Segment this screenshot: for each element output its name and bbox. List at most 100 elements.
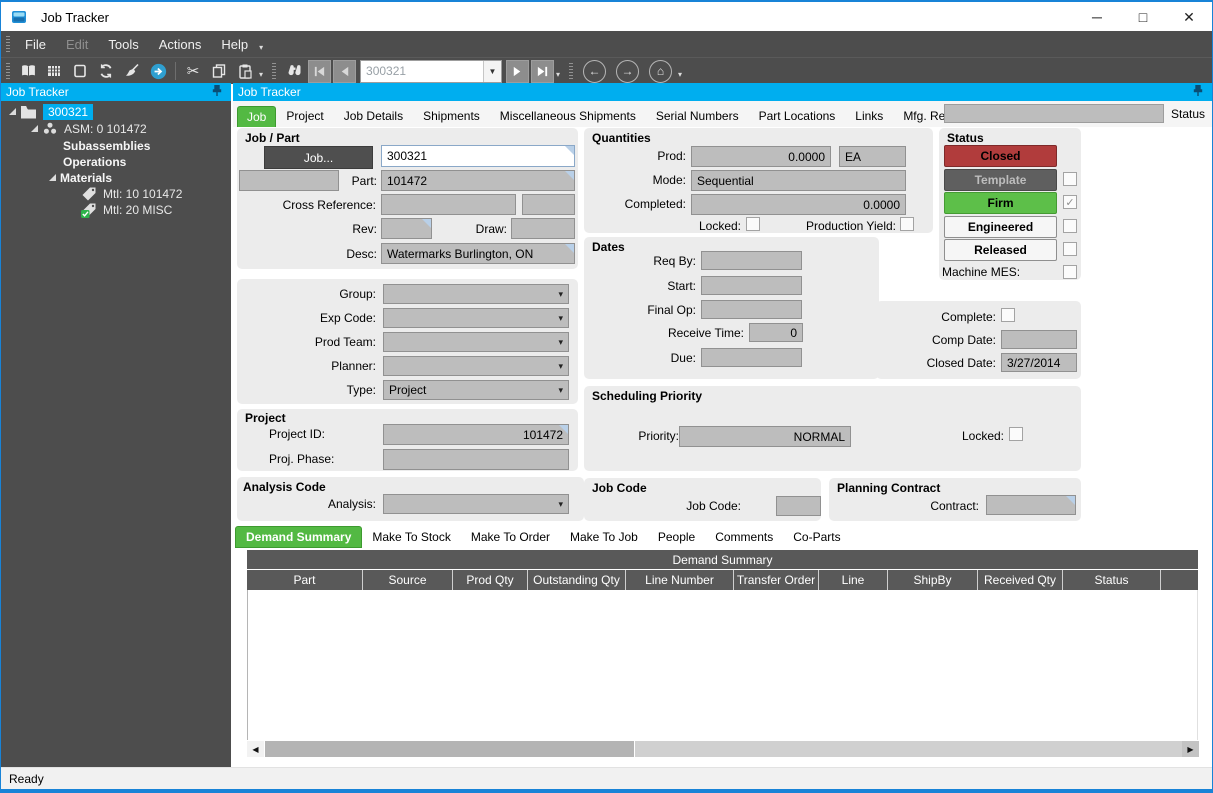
tab-job-details[interactable]: Job Details bbox=[334, 105, 413, 127]
tree-item-label[interactable]: 300321 bbox=[43, 104, 93, 120]
record-combobox-value[interactable]: 300321 bbox=[361, 64, 483, 78]
tree-item-label[interactable]: Subassemblies bbox=[63, 139, 150, 153]
tree-item-label[interactable]: Mtl: 20 MISC bbox=[103, 203, 172, 217]
exp-code-dropdown[interactable] bbox=[383, 308, 569, 328]
tree-item-label[interactable]: Operations bbox=[63, 155, 126, 169]
complete-checkbox[interactable] bbox=[1001, 308, 1015, 322]
paste-icon[interactable] bbox=[232, 60, 258, 82]
toolbar-grip-2[interactable] bbox=[272, 63, 276, 79]
tree-item-operations[interactable]: Operations bbox=[63, 153, 126, 170]
firm-checkbox[interactable] bbox=[1063, 195, 1077, 209]
menu-help[interactable]: Help bbox=[211, 37, 258, 52]
tree-item-label[interactable]: Mtl: 10 101472 bbox=[103, 187, 182, 201]
column-header-source[interactable]: Source bbox=[363, 570, 453, 590]
scroll-left-button[interactable]: ◀ bbox=[247, 741, 264, 757]
released-status-button[interactable]: Released bbox=[944, 239, 1057, 261]
template-checkbox[interactable] bbox=[1063, 172, 1077, 186]
record-combobox[interactable]: 300321 ▼ bbox=[360, 60, 502, 83]
toolbar-grip[interactable] bbox=[6, 63, 10, 79]
minimize-button[interactable]: ─ bbox=[1074, 2, 1120, 32]
refresh-icon[interactable] bbox=[93, 60, 119, 82]
job-button[interactable]: Job... bbox=[264, 146, 373, 169]
menu-actions[interactable]: Actions bbox=[149, 37, 212, 52]
go-icon[interactable] bbox=[145, 60, 171, 82]
cut-icon[interactable]: ✂ bbox=[180, 60, 206, 82]
column-header-shipby[interactable]: ShipBy bbox=[888, 570, 978, 590]
maximize-button[interactable]: □ bbox=[1120, 2, 1166, 32]
planner-dropdown[interactable] bbox=[383, 356, 569, 376]
previous-record-button[interactable] bbox=[333, 60, 356, 83]
menu-tools[interactable]: Tools bbox=[98, 37, 148, 52]
tab-job[interactable]: Job bbox=[237, 106, 276, 127]
pin-icon[interactable] bbox=[1193, 85, 1203, 100]
job-input[interactable]: 300321 bbox=[381, 145, 575, 167]
next-record-button[interactable] bbox=[506, 60, 529, 83]
back-button[interactable]: ← bbox=[583, 60, 606, 83]
menubar-grip[interactable] bbox=[6, 36, 10, 52]
paste-overflow-icon[interactable]: ▾ bbox=[259, 70, 263, 79]
production-yield-checkbox[interactable] bbox=[900, 217, 914, 231]
history-overflow-icon[interactable]: ▾ bbox=[678, 70, 682, 79]
tab-links[interactable]: Links bbox=[845, 105, 893, 127]
column-header-line-number[interactable]: Line Number bbox=[626, 570, 734, 590]
expander-icon[interactable] bbox=[49, 174, 56, 181]
home-button[interactable]: ⌂ bbox=[649, 60, 672, 83]
machine-mes-checkbox[interactable] bbox=[1063, 265, 1077, 279]
horizontal-scrollbar[interactable]: ◀ ▶ bbox=[247, 741, 1199, 757]
forward-button[interactable]: → bbox=[616, 60, 639, 83]
scheduling-locked-checkbox[interactable] bbox=[1009, 427, 1023, 441]
column-header-line[interactable]: Line bbox=[819, 570, 888, 590]
tree-item-mtl-10[interactable]: Mtl: 10 101472 bbox=[81, 185, 182, 202]
form-icon[interactable] bbox=[67, 60, 93, 82]
menu-overflow-icon[interactable]: ▾ bbox=[259, 43, 263, 52]
released-checkbox[interactable] bbox=[1063, 242, 1077, 256]
column-header-transfer-order[interactable]: Transfer Order bbox=[734, 570, 819, 590]
locked-checkbox[interactable] bbox=[746, 217, 760, 231]
tab-demand-summary[interactable]: Demand Summary bbox=[235, 526, 362, 548]
tab-project[interactable]: Project bbox=[276, 105, 333, 127]
column-header-outstanding-qty[interactable]: Outstanding Qty bbox=[528, 570, 626, 590]
engineered-checkbox[interactable] bbox=[1063, 219, 1077, 233]
tab-serial-numbers[interactable]: Serial Numbers bbox=[646, 105, 749, 127]
tab-people[interactable]: People bbox=[648, 526, 705, 548]
column-header-received-qty[interactable]: Received Qty bbox=[978, 570, 1063, 590]
firm-status-button[interactable]: Firm bbox=[944, 192, 1057, 214]
menu-file[interactable]: File bbox=[15, 37, 56, 52]
template-status-button[interactable]: Template bbox=[944, 169, 1057, 191]
copy-icon[interactable] bbox=[206, 60, 232, 82]
tree-item-subassemblies[interactable]: Subassemblies bbox=[63, 137, 150, 154]
grid-body[interactable] bbox=[247, 590, 1198, 740]
toolbar-grip-3[interactable] bbox=[569, 63, 573, 79]
tree-item-mtl-20[interactable]: Mtl: 20 MISC bbox=[81, 201, 172, 218]
tree-item-label[interactable]: Materials bbox=[60, 171, 112, 185]
tab-part-locations[interactable]: Part Locations bbox=[749, 105, 846, 127]
closed-status-button[interactable]: Closed bbox=[944, 145, 1057, 167]
expander-icon[interactable] bbox=[9, 108, 16, 115]
scrollbar-thumb[interactable] bbox=[264, 741, 635, 757]
tab-co-parts[interactable]: Co-Parts bbox=[783, 526, 850, 548]
grid-icon[interactable] bbox=[41, 60, 67, 82]
book-icon[interactable] bbox=[15, 60, 41, 82]
tree-item-job[interactable]: 300321 bbox=[9, 103, 93, 120]
tree-item-label[interactable]: ASM: 0 101472 bbox=[64, 122, 147, 136]
scroll-right-button[interactable]: ▶ bbox=[1182, 741, 1199, 757]
tab-make-to-stock[interactable]: Make To Stock bbox=[362, 526, 460, 548]
search-icon[interactable] bbox=[281, 60, 307, 82]
tab-make-to-order[interactable]: Make To Order bbox=[461, 526, 560, 548]
tab-make-to-job[interactable]: Make To Job bbox=[560, 526, 648, 548]
tab-miscellaneous-shipments[interactable]: Miscellaneous Shipments bbox=[490, 105, 646, 127]
prod-team-dropdown[interactable] bbox=[383, 332, 569, 352]
tab-shipments[interactable]: Shipments bbox=[413, 105, 490, 127]
tree-item-asm[interactable]: ASM: 0 101472 bbox=[31, 120, 147, 137]
column-header-status[interactable]: Status bbox=[1063, 570, 1161, 590]
type-dropdown[interactable]: Project bbox=[383, 380, 569, 400]
clear-icon[interactable] bbox=[119, 60, 145, 82]
pin-icon[interactable] bbox=[212, 85, 222, 100]
expander-icon[interactable] bbox=[31, 125, 38, 132]
close-button[interactable]: ✕ bbox=[1166, 2, 1212, 32]
record-combobox-dropdown[interactable]: ▼ bbox=[483, 61, 501, 82]
first-record-button[interactable] bbox=[308, 60, 331, 83]
group-dropdown[interactable] bbox=[383, 284, 569, 304]
tree-item-materials[interactable]: Materials bbox=[49, 169, 112, 186]
column-header-part[interactable]: Part bbox=[247, 570, 363, 590]
